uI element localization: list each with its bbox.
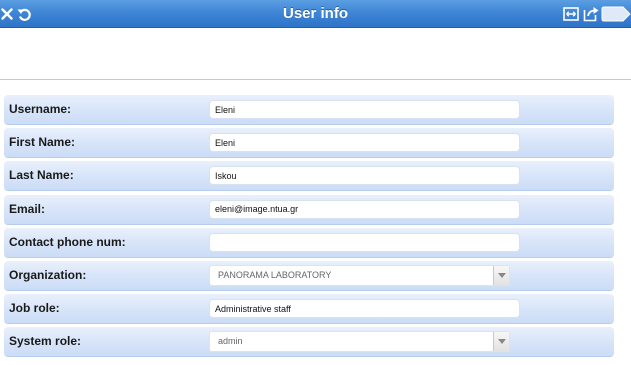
tab-icon[interactable] [601, 5, 631, 23]
contact-phone-label: Contact phone num: [9, 234, 126, 249]
user-info-form: Username: First Name: Last Name: Email: … [4, 95, 614, 361]
last-name-field[interactable] [209, 166, 520, 186]
window-title: User info [282, 5, 348, 22]
organization-select[interactable]: PANORAMA LABORATORY [209, 264, 510, 286]
email-field[interactable] [209, 199, 520, 219]
email-label: Email: [9, 201, 46, 216]
system-role-label: System role: [9, 334, 82, 349]
toolbar-area [0, 28, 631, 80]
chevron-down-icon[interactable] [493, 265, 509, 285]
title-bar: User info [0, 0, 631, 28]
last-name-row: Last Name: [4, 161, 614, 191]
username-label: Username: [9, 102, 72, 116]
share-icon[interactable] [582, 5, 600, 23]
contact-phone-row: Contact phone num: [4, 227, 614, 257]
system-role-row: System role: admin [4, 327, 614, 357]
job-role-row: Job role: [4, 294, 614, 324]
organization-label: Organization: [9, 267, 87, 282]
job-role-label: Job role: [9, 301, 60, 316]
last-name-label: Last Name: [9, 168, 74, 183]
first-name-row: First Name: [4, 128, 614, 158]
job-role-field[interactable] [209, 299, 520, 319]
organization-row: Organization: PANORAMA LABORATORY [4, 260, 614, 290]
chevron-down-icon[interactable] [493, 332, 509, 352]
system-role-value: admin [218, 336, 243, 347]
fit-width-icon[interactable] [562, 5, 579, 23]
first-name-label: First Name: [9, 135, 76, 150]
organization-value: PANORAMA LABORATORY [218, 269, 332, 280]
email-row: Email: [4, 194, 614, 224]
first-name-field[interactable] [209, 133, 520, 153]
username-row: Username: [4, 95, 614, 124]
system-role-select[interactable]: admin [209, 331, 510, 353]
username-field[interactable] [209, 100, 520, 119]
contact-phone-field[interactable] [209, 232, 520, 252]
